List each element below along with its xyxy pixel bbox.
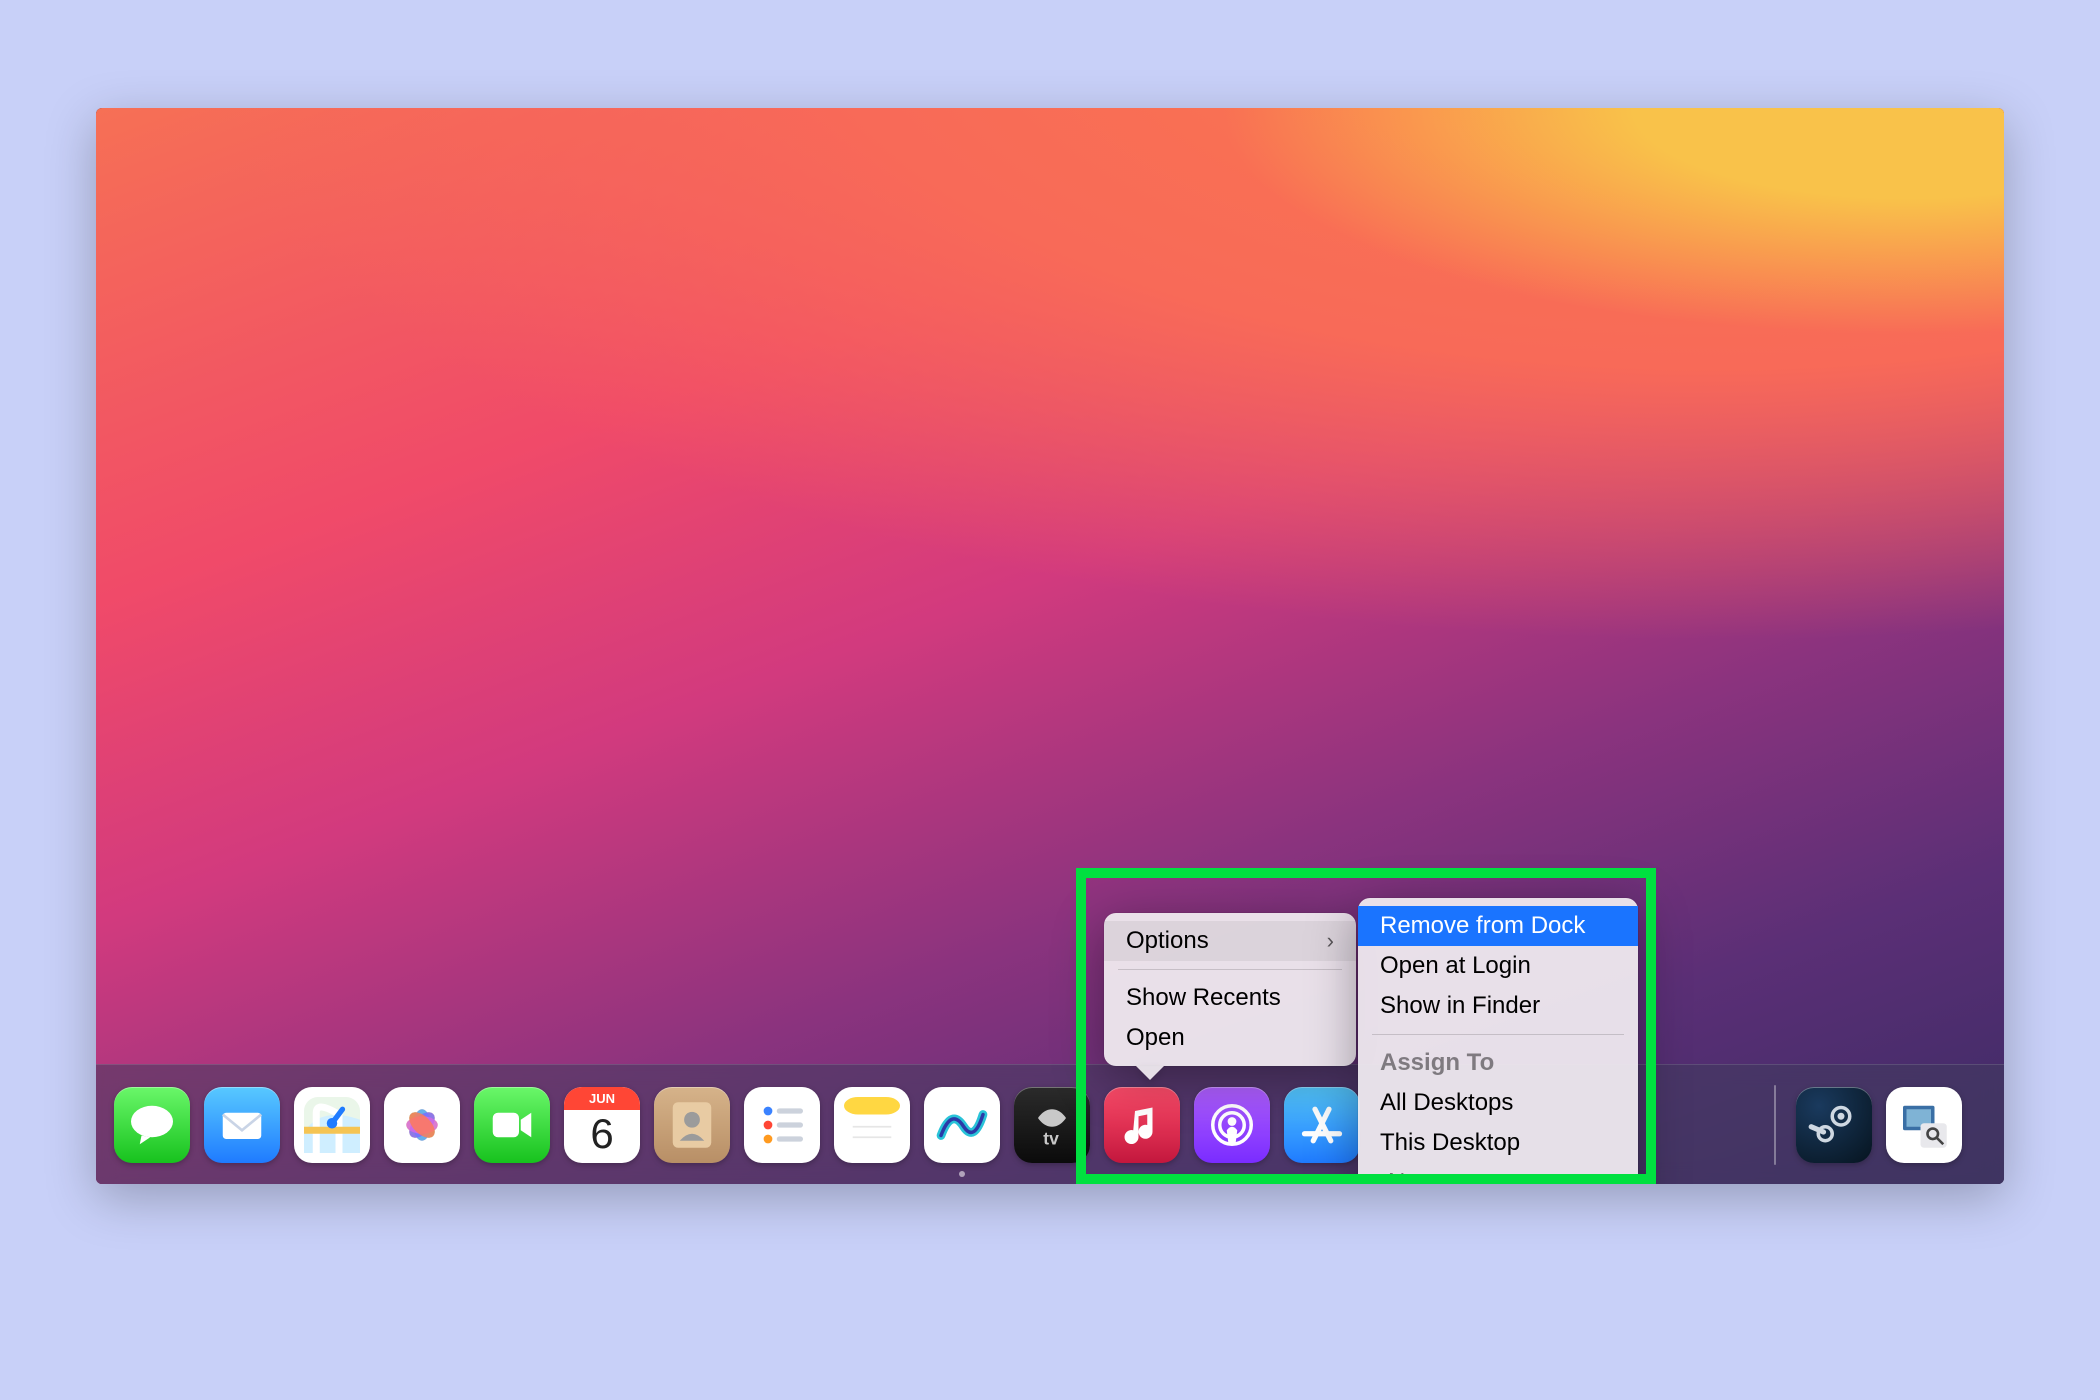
dock-icon-photos[interactable] — [384, 1087, 460, 1163]
chevron-right-icon: › — [1297, 928, 1334, 954]
dock-icon-preview[interactable] — [1886, 1087, 1962, 1163]
steam-icon — [1806, 1097, 1862, 1153]
music-icon — [1114, 1097, 1170, 1153]
menu-item-label: Open — [1126, 1024, 1185, 1052]
dock-icon-podcasts[interactable] — [1194, 1087, 1270, 1163]
menu-item-show-recents[interactable]: Show Recents — [1104, 978, 1356, 1018]
mail-icon — [214, 1097, 270, 1153]
menu-item-label: This Desktop — [1380, 1129, 1520, 1157]
menu-item-label: Open at Login — [1380, 952, 1531, 980]
podcasts-icon — [1204, 1097, 1260, 1153]
menu-item-label: Show in Finder — [1380, 992, 1540, 1020]
wallpaper — [96, 108, 2004, 1184]
dock-icon-freeform[interactable] — [924, 1087, 1000, 1163]
dock-icon-facetime[interactable] — [474, 1087, 550, 1163]
submenu-item-remove-from-dock[interactable]: Remove from Dock — [1358, 906, 1638, 946]
photos-icon — [394, 1097, 450, 1153]
preview-icon — [1896, 1097, 1952, 1153]
checkmark-icon: ✓ — [1364, 1169, 1384, 1185]
dock-icon-music[interactable] — [1104, 1087, 1180, 1163]
dock: JUN 6 tv — [96, 1064, 2004, 1184]
submenu-item-this-desktop[interactable]: This Desktop — [1358, 1123, 1638, 1163]
menu-item-label: Show Recents — [1126, 984, 1281, 1012]
facetime-icon — [484, 1097, 540, 1153]
dock-icon-tv[interactable]: tv — [1014, 1087, 1090, 1163]
maps-icon — [304, 1097, 360, 1153]
dock-icon-reminders[interactable] — [744, 1087, 820, 1163]
dock-icon-steam[interactable] — [1796, 1087, 1872, 1163]
svg-text:tv: tv — [1043, 1128, 1059, 1148]
reminders-icon — [754, 1097, 810, 1153]
dock-icon-notes[interactable] — [834, 1087, 910, 1163]
dock-icon-contacts[interactable] — [654, 1087, 730, 1163]
appstore-icon — [1294, 1097, 1350, 1153]
menu-item-options[interactable]: Options › — [1104, 921, 1356, 961]
dock-icon-messages[interactable] — [114, 1087, 190, 1163]
menu-separator — [1118, 969, 1342, 970]
menu-item-label: Options — [1126, 927, 1209, 955]
menu-separator — [1372, 1034, 1624, 1035]
running-indicator — [959, 1171, 965, 1177]
contacts-icon — [664, 1097, 720, 1153]
calendar-month-label: JUN — [564, 1087, 640, 1110]
tv-icon: tv — [1024, 1097, 1080, 1153]
submenu-header-assign-to: Assign To — [1358, 1043, 1638, 1083]
menu-tail — [1136, 1066, 1164, 1080]
freeform-icon — [934, 1097, 990, 1153]
messages-icon — [124, 1097, 180, 1153]
menu-item-open[interactable]: Open — [1104, 1018, 1356, 1058]
dock-context-menu: Options › Show Recents Open — [1104, 913, 1356, 1066]
menu-item-label: All Desktops — [1380, 1089, 1513, 1117]
dock-icon-appstore[interactable] — [1284, 1087, 1360, 1163]
notes-icon — [844, 1097, 900, 1153]
submenu-item-open-at-login[interactable]: Open at Login — [1358, 946, 1638, 986]
submenu-item-all-desktops[interactable]: All Desktops — [1358, 1083, 1638, 1123]
calendar-day-label: 6 — [564, 1110, 640, 1158]
dock-divider — [1774, 1085, 1776, 1165]
submenu-item-show-in-finder[interactable]: Show in Finder — [1358, 986, 1638, 1026]
dock-icon-mail[interactable] — [204, 1087, 280, 1163]
options-submenu: Remove from Dock Open at Login Show in F… — [1358, 898, 1638, 1184]
dock-icon-calendar[interactable]: JUN 6 — [564, 1087, 640, 1163]
desktop-frame: JUN 6 tv — [96, 108, 2004, 1184]
menu-item-label: None — [1388, 1169, 1445, 1184]
submenu-item-none[interactable]: ✓ None — [1358, 1163, 1638, 1184]
dock-icon-maps[interactable] — [294, 1087, 370, 1163]
menu-item-label: Remove from Dock — [1380, 912, 1585, 940]
